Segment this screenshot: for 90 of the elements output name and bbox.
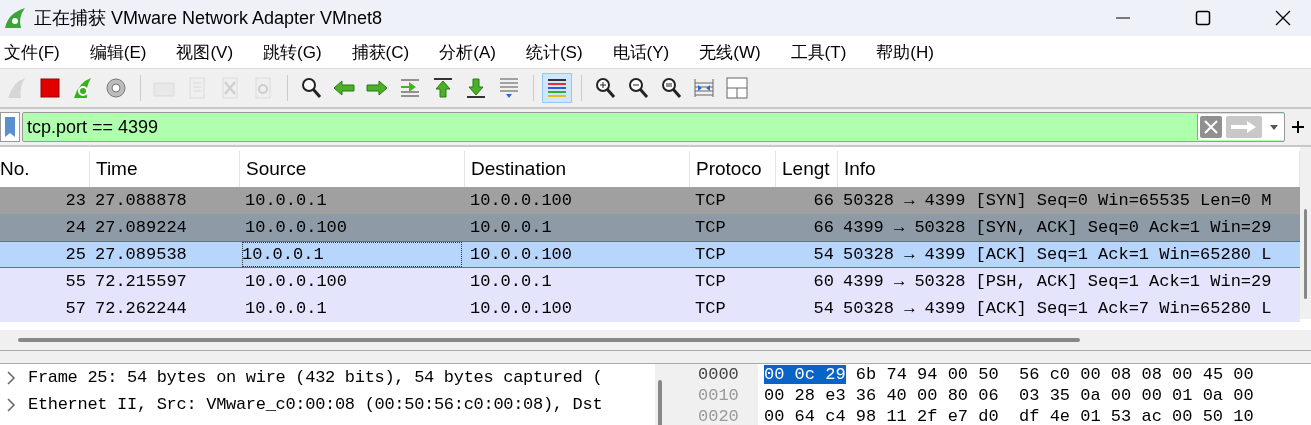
pane-splitter[interactable] — [0, 350, 1311, 364]
app-logo-icon — [4, 7, 26, 29]
packet-row[interactable]: 55 72.215597 10.0.0.100 10.0.0.1 TCP 60 4399 → 50328 [PSH, ACK] Seq=1 Ack=1 Win=29 — [0, 268, 1300, 295]
table-cell-text: 10.0.0.1 — [244, 191, 328, 210]
up-arrow-icon — [431, 76, 455, 100]
down-arrow-icon — [464, 76, 488, 100]
close-icon — [1275, 10, 1291, 26]
clear-x-icon — [1200, 116, 1222, 138]
scroll-lines-icon — [497, 76, 521, 100]
pane-layout-icon — [725, 76, 749, 100]
plus-icon — [1291, 120, 1305, 134]
table-cell-text: 24 — [64, 218, 87, 237]
hex-bytes: 6b 74 94 00 50 56 c0 00 08 08 00 45 00 — [855, 365, 1254, 384]
filter-field[interactable]: tcp.port == 4399 — [22, 112, 1285, 142]
table-cell-text: 50328 → 4399 [SYN] Seq=0 Win=65535 Len=0 M — [842, 191, 1273, 210]
table-cell-text: 66 — [812, 218, 835, 237]
table-cell-text: 66 — [812, 191, 835, 210]
table-cell-text: 54 — [812, 299, 835, 318]
menu-item[interactable]: 捕获(C) — [347, 40, 422, 64]
caret-icon — [1270, 124, 1278, 130]
table-cell-text: 10.0.0.1 — [469, 218, 553, 237]
table-cell-text: 50328 → 4399 [ACK] Seq=1 Ack=7 Win=65280 L — [842, 299, 1273, 318]
table-cell-text: 10.0.0.100 — [244, 272, 349, 291]
window-title: 正在捕获 VMware Network Adapter VMnet8 — [34, 7, 384, 30]
menu-item[interactable]: 跳转(G) — [259, 40, 334, 64]
search-icon — [299, 76, 323, 100]
table-cell-text: TCP — [694, 218, 727, 237]
menu-item[interactable]: 分析(A) — [435, 40, 508, 64]
colored-lines-icon — [545, 76, 569, 100]
table-cell-text: 10.0.0.100 — [469, 245, 574, 264]
table-cell-text: 10.0.0.100 — [244, 218, 349, 237]
horizontal-scrollbar[interactable] — [0, 330, 1311, 350]
clear-filter-button[interactable] — [1197, 114, 1224, 140]
hex-offset: 0000 — [690, 364, 758, 385]
table-cell-text: 72.215597 — [94, 272, 188, 291]
maximize-icon — [1195, 10, 1211, 26]
menu-item[interactable]: 统计(S) — [521, 40, 595, 64]
table-cell-text: TCP — [694, 191, 727, 210]
menu-item[interactable]: 无线(W) — [695, 40, 773, 64]
table-cell-text: 23 — [64, 191, 87, 210]
table-cell-text: 27.089224 — [94, 218, 188, 237]
menu-item[interactable]: 视图(V) — [172, 40, 246, 64]
bookmark-button[interactable] — [0, 112, 20, 142]
menu-item[interactable]: 文件(F) — [0, 40, 72, 64]
bookmark-icon — [4, 116, 16, 138]
packet-row[interactable]: 25 27.089538 10.0.0.1 10.0.0.100 TCP 54 50328 → 4399 [ACK] Seq=1 Ack=1 Win=65280 L — [0, 241, 1300, 268]
table-cell-text: 27.089538 — [94, 245, 188, 264]
tree-item[interactable]: Frame 25: 54 bytes on wire (432 bits), 54 bytes captured ( — [28, 368, 603, 387]
column-resize-icon — [692, 76, 716, 100]
table-cell-text: TCP — [694, 299, 727, 318]
minimize-icon — [1116, 17, 1130, 19]
toolbar-button[interactable] — [542, 73, 572, 103]
table-cell-text: 27.088878 — [94, 191, 188, 210]
table-cell-text: 10.0.0.1 — [244, 299, 328, 318]
table-cell-text: 57 — [64, 299, 87, 318]
table-cell-text: 60 — [812, 272, 835, 291]
vertical-scrollbar[interactable] — [1300, 147, 1311, 319]
table-cell-text: 50328 → 4399 [ACK] Seq=1 Ack=1 Win=65280 L — [842, 245, 1273, 264]
gear-icon — [104, 76, 128, 100]
zoom-in-icon — [593, 76, 617, 100]
tree-item[interactable]: Ethernet II, Src: VMware_c0:00:08 (00:50:56:c0:00:08), Dst — [28, 395, 603, 414]
zoom-reset-icon — [659, 76, 683, 100]
table-cell-text: 25 — [64, 245, 87, 264]
zoom-out-icon — [626, 76, 650, 100]
table-cell-text: 10.0.0.1 — [469, 272, 553, 291]
table-cell-text: 54 — [812, 245, 835, 264]
stop-square-icon — [38, 76, 62, 100]
hex-offset: 0010 — [690, 385, 758, 406]
table-cell-text: 4399 → 50328 [SYN, ACK] Seq=0 Ack=1 Win=29 — [842, 218, 1273, 237]
menu-item[interactable]: 帮助(H) — [872, 40, 946, 64]
table-cell-text: TCP — [694, 245, 727, 264]
selected-hex-bytes: 00 0c 29 — [764, 365, 846, 384]
hex-offset: 0020 — [690, 406, 758, 425]
packet-row[interactable]: 23 27.088878 10.0.0.1 10.0.0.100 TCP 66 50328 → 4399 [SYN] Seq=0 Win=65535 Len=0 M — [0, 187, 1300, 214]
packet-row[interactable]: 57 72.262244 10.0.0.1 10.0.0.100 TCP 54 50328 → 4399 [ACK] Seq=1 Ack=7 Win=65280 L — [0, 295, 1300, 322]
menu-item[interactable]: 编辑(E) — [85, 40, 159, 64]
menu-item[interactable]: 电话(Y) — [608, 40, 682, 64]
filter-dropdown-button[interactable] — [1264, 114, 1284, 140]
menu-item[interactable]: 工具(T) — [786, 40, 859, 64]
table-cell-text: 4399 → 50328 [PSH, ACK] Seq=1 Ack=1 Win=29 — [842, 272, 1273, 291]
packet-row[interactable]: 24 27.089224 10.0.0.100 10.0.0.1 TCP 66 4399 → 50328 [SYN, ACK] Seq=0 Ack=1 Win=29 — [0, 214, 1300, 241]
hex-bytes: 00 28 e3 36 40 00 80 06 03 35 0a 00 00 01 0a 00 — [764, 386, 1254, 405]
table-cell-text: 10.0.0.100 — [469, 191, 574, 210]
goto-line-icon — [398, 76, 422, 100]
table-cell-text: TCP — [694, 272, 727, 291]
table-cell-text: 55 — [64, 272, 87, 291]
table-cell-text: 10.0.0.100 — [469, 299, 574, 318]
table-cell: 10.0.0.1 — [242, 242, 462, 267]
hex-bytes: 00 64 c4 98 11 2f e7 d0 df 4e 01 53 ac 00 50 10 — [764, 407, 1254, 425]
table-cell-text: 72.262244 — [94, 299, 188, 318]
